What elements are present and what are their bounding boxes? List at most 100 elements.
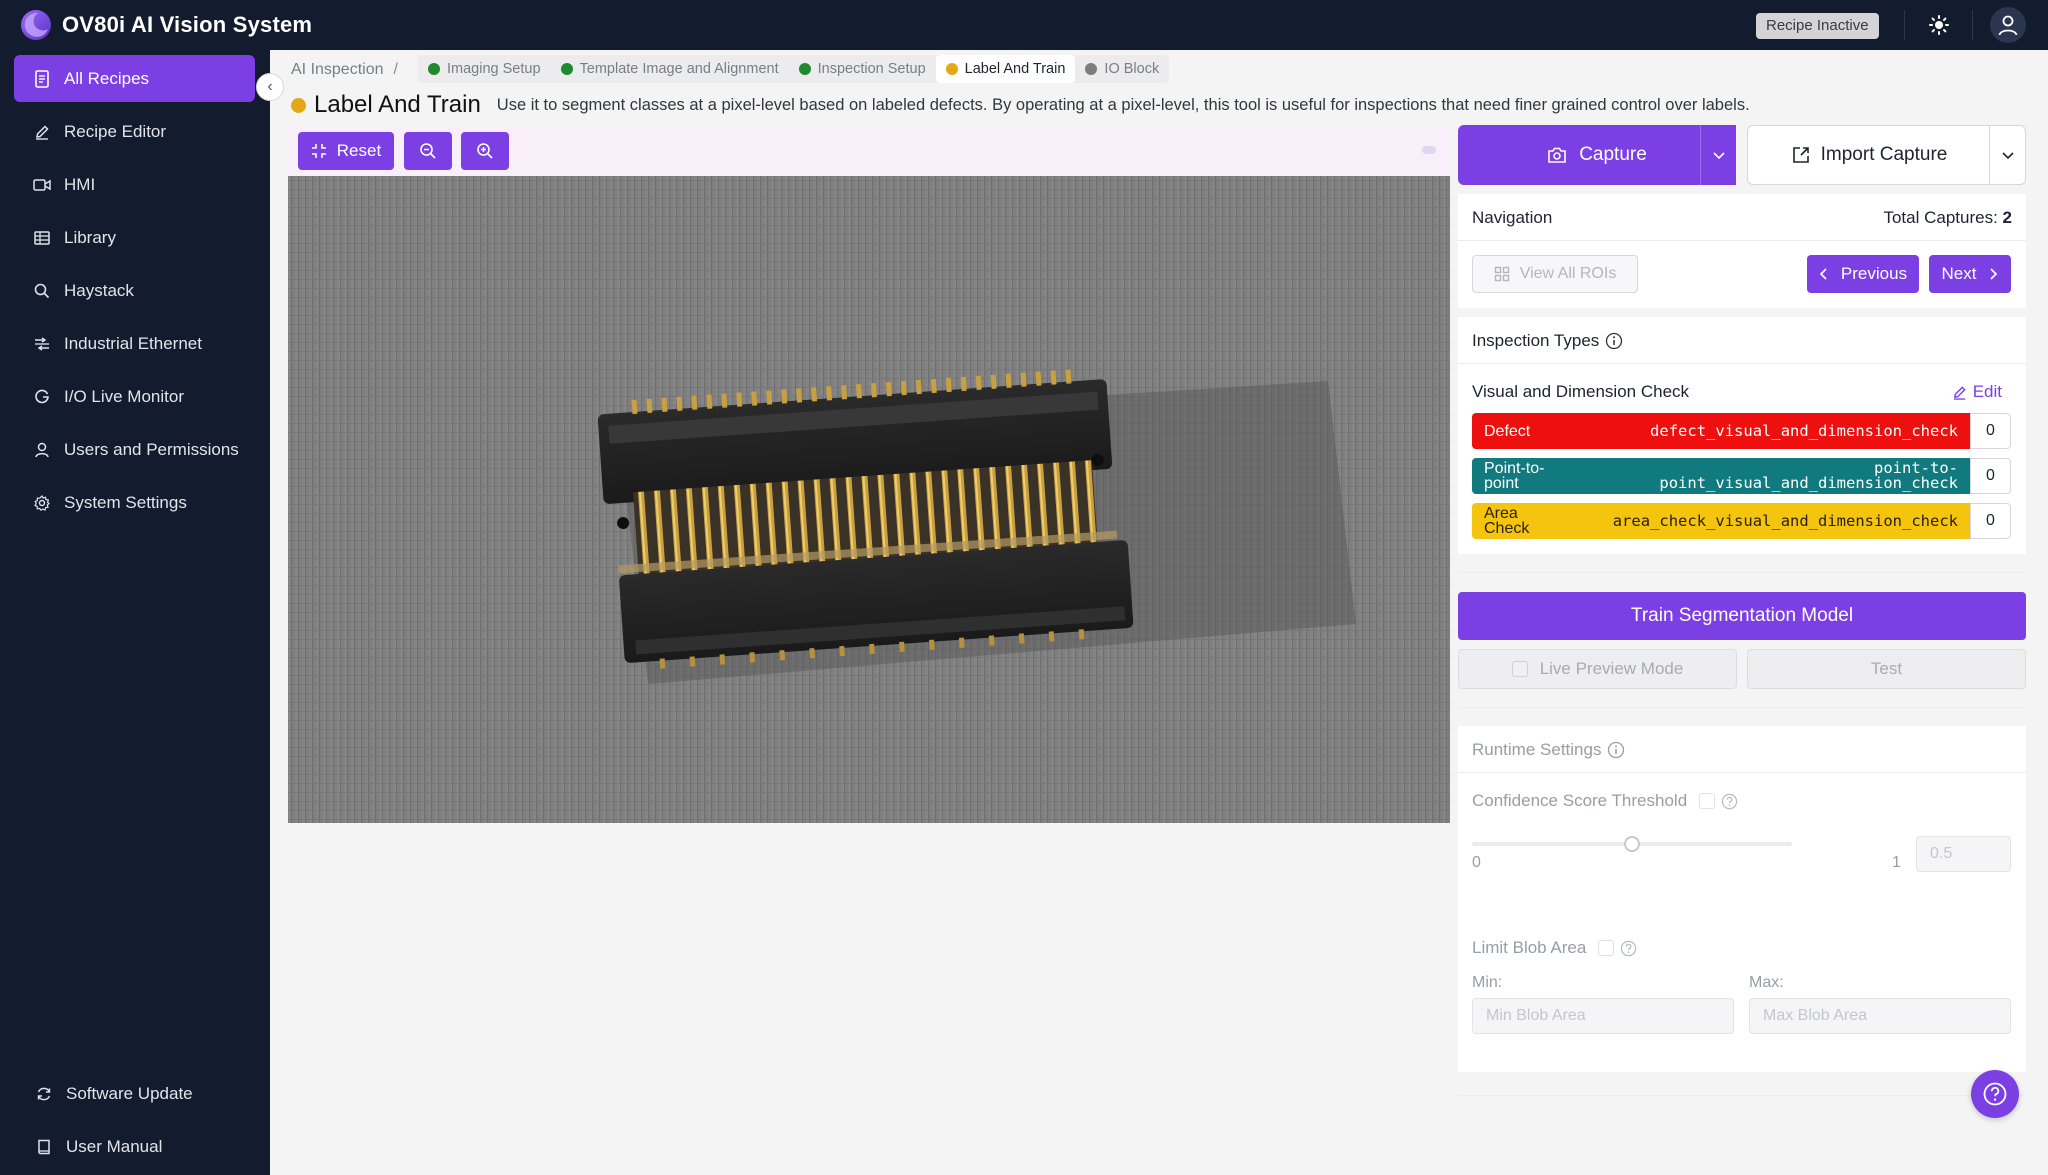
limit-blob-area-checkbox[interactable] xyxy=(1598,940,1615,956)
sidebar-item-hmi[interactable]: HMI xyxy=(14,161,255,208)
import-capture-label: Import Capture xyxy=(1820,144,1948,165)
status-dot xyxy=(1085,63,1098,75)
document-icon xyxy=(32,69,52,89)
capture-button[interactable]: Capture xyxy=(1458,125,1736,185)
search-icon xyxy=(32,281,52,301)
step-label: Label And Train xyxy=(964,61,1066,77)
shrink-icon xyxy=(311,144,326,158)
view-all-rois-button[interactable]: View All ROIs xyxy=(1472,255,1638,293)
sidebar-item-label: Users and Permissions xyxy=(64,439,239,459)
class-row-point-to-point[interactable]: Point-to-point point-to-point_visual_and… xyxy=(1472,458,2011,494)
navigation-card: Navigation Total Captures: 2 View All RO… xyxy=(1458,194,2026,308)
help-icon[interactable] xyxy=(1721,793,1738,810)
confidence-label: Confidence Score Threshold xyxy=(1472,791,1688,810)
step-label-and-train[interactable]: Label And Train xyxy=(935,55,1076,83)
step-inspection-setup[interactable]: Inspection Setup xyxy=(789,55,936,83)
user-avatar-button[interactable] xyxy=(1990,7,2026,43)
sidebar-item-software-update[interactable]: Software Update xyxy=(14,1070,255,1117)
next-button[interactable]: Next xyxy=(1929,255,2011,293)
refresh-icon xyxy=(34,1084,54,1104)
step-io-block[interactable]: IO Block xyxy=(1075,55,1169,83)
zoom-in-icon xyxy=(477,143,493,159)
reset-button[interactable]: Reset xyxy=(298,132,394,170)
sidebar-item-label: Recipe Editor xyxy=(64,121,167,141)
step-imaging-setup[interactable]: Imaging Setup xyxy=(418,55,551,83)
reset-label: Reset xyxy=(336,141,382,160)
help-button[interactable] xyxy=(1971,1070,2019,1118)
class-bar[interactable]: Defect defect_visual_and_dimension_check xyxy=(1472,413,1970,449)
confidence-threshold-row: Confidence Score Threshold xyxy=(1472,791,1738,811)
sidebar-item-label: Industrial Ethernet xyxy=(64,333,202,353)
view-all-rois-label: View All ROIs xyxy=(1519,265,1617,282)
toolbar-scroll-indicator xyxy=(1422,146,1436,154)
confidence-slider-thumb[interactable] xyxy=(1624,836,1640,852)
train-label: Train Segmentation Model xyxy=(1630,605,1854,626)
min-blob-area-input[interactable]: Min Blob Area xyxy=(1472,998,1734,1034)
edit-label: Edit xyxy=(1972,382,2002,401)
collapse-sidebar-button[interactable]: ‹ xyxy=(256,73,284,101)
total-captures-value: 2 xyxy=(2002,208,2012,227)
breadcrumb-root[interactable]: AI Inspection xyxy=(291,61,384,79)
edit-inspection-button[interactable]: Edit xyxy=(1952,382,2002,402)
sidebar-item-industrial-ethernet[interactable]: Industrial Ethernet xyxy=(14,320,255,367)
sidebar-item-label: All Recipes xyxy=(64,68,150,88)
class-row-defect[interactable]: Defect defect_visual_and_dimension_check… xyxy=(1472,413,2011,449)
max-blob-area-input[interactable]: Max Blob Area xyxy=(1749,998,2011,1034)
min-blob-label: Min: xyxy=(1472,974,1503,991)
breadcrumb: AI Inspection / xyxy=(291,58,412,82)
class-bar[interactable]: Area Check area_check_visual_and_dimensi… xyxy=(1472,503,1970,539)
train-segmentation-model-button[interactable]: Train Segmentation Model xyxy=(1458,592,2026,640)
sidebar-item-users-and-permissions[interactable]: Users and Permissions xyxy=(14,426,255,473)
recipe-status-badge: Recipe Inactive xyxy=(1756,13,1879,39)
confidence-checkbox[interactable] xyxy=(1699,793,1716,809)
gear-icon xyxy=(32,493,52,513)
class-bar[interactable]: Point-to-point point-to-point_visual_and… xyxy=(1472,458,1970,494)
zoom-in-button[interactable] xyxy=(461,132,509,170)
max-blob-label: Max: xyxy=(1749,974,1784,991)
chevron-right-icon xyxy=(1990,268,1998,280)
confidence-value-input[interactable]: 0.5 xyxy=(1916,836,2011,872)
app-title: OV80i AI Vision System xyxy=(62,12,313,37)
inspection-image-canvas[interactable] xyxy=(288,176,1450,823)
class-id: area_check_visual_and_dimension_check xyxy=(1612,511,1958,530)
class-id: point-to-point_visual_and_dimension_chec… xyxy=(1659,459,1958,492)
test-button[interactable]: Test xyxy=(1747,649,2026,689)
zoom-out-button[interactable] xyxy=(404,132,452,170)
class-count: 0 xyxy=(1970,503,2011,539)
step-template-image-and-alignment[interactable]: Template Image and Alignment xyxy=(551,55,789,83)
navigation-title: Navigation xyxy=(1472,208,1553,227)
import-capture-button[interactable]: Import Capture xyxy=(1747,125,1991,185)
sidebar-item-system-settings[interactable]: System Settings xyxy=(14,479,255,526)
previous-button[interactable]: Previous xyxy=(1807,255,1919,293)
live-preview-checkbox[interactable] xyxy=(1511,661,1528,677)
divider xyxy=(1458,1095,2026,1096)
theme-toggle-button[interactable] xyxy=(1922,10,1956,40)
page-title: Label And Train xyxy=(314,91,481,118)
runtime-settings-title: Runtime Settings xyxy=(1472,740,1602,759)
info-icon[interactable] xyxy=(1607,741,1625,759)
live-preview-mode-toggle[interactable]: Live Preview Mode xyxy=(1458,649,1737,689)
class-name: Area Check xyxy=(1484,505,1530,537)
import-dropdown-button[interactable] xyxy=(1989,125,2026,185)
sidebar-item-recipe-editor[interactable]: Recipe Editor xyxy=(14,108,255,155)
chevron-left-icon xyxy=(1819,268,1827,280)
divider xyxy=(1458,772,2026,773)
class-row-area-check[interactable]: Area Check area_check_visual_and_dimensi… xyxy=(1472,503,2011,539)
chevron-down-icon xyxy=(1712,152,1725,160)
sidebar-item-label: User Manual xyxy=(66,1136,163,1156)
sidebar-item-user-manual[interactable]: User Manual xyxy=(14,1123,255,1170)
help-icon[interactable] xyxy=(1620,940,1637,957)
sidebar-item-library[interactable]: Library xyxy=(14,214,255,261)
sidebar-item-all-recipes[interactable]: All Recipes xyxy=(14,55,255,102)
video-icon xyxy=(32,175,52,195)
class-name: Point-to-point xyxy=(1484,460,1545,492)
slider-min-label: 0 xyxy=(1472,854,1481,871)
info-icon[interactable] xyxy=(1605,332,1623,350)
capture-dropdown-button[interactable] xyxy=(1700,125,1736,185)
divider xyxy=(1458,240,2026,241)
slider-max-label: 1 xyxy=(1892,854,1901,871)
sidebar-item-io-live-monitor[interactable]: I/O Live Monitor xyxy=(14,373,255,420)
sidebar-item-label: Haystack xyxy=(64,280,134,300)
topbar-divider xyxy=(1972,10,1973,40)
sidebar-item-haystack[interactable]: Haystack xyxy=(14,267,255,314)
